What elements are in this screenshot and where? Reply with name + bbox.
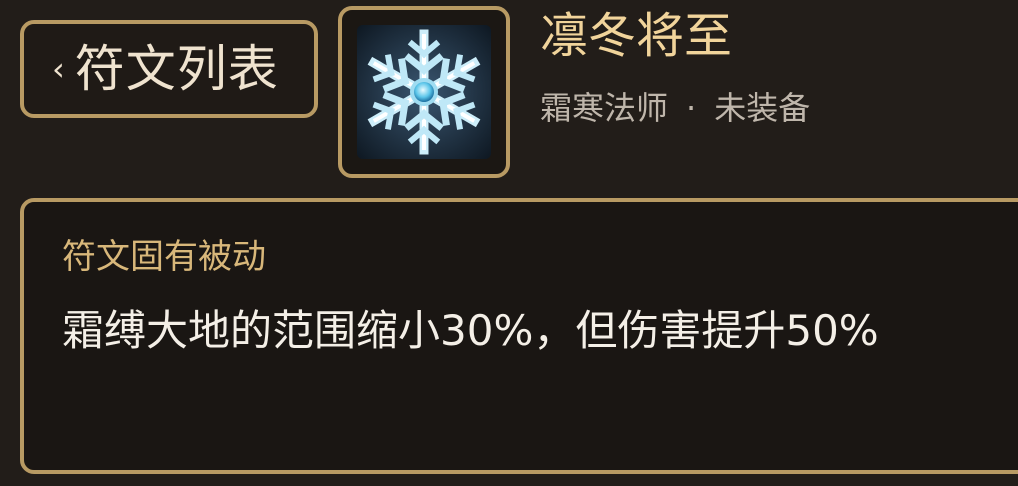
back-to-rune-list-button[interactable]: ‹ 符文列表 (20, 20, 318, 118)
rune-name: 凛冬将至 (540, 8, 733, 64)
snowflake-icon (357, 25, 491, 159)
chevron-left-icon: ‹ (52, 50, 65, 88)
meta-separator: · (686, 89, 697, 127)
passive-description: 霜缚大地的范围缩小30%，但伤害提升50% (62, 306, 879, 355)
rune-icon-frame (338, 6, 510, 178)
passive-title: 符文固有被动 (62, 237, 266, 277)
equip-status: 未装备 (714, 89, 811, 127)
back-button-label: 符文列表 (74, 40, 279, 98)
passive-panel: 符文固有被动 霜缚大地的范围缩小30%，但伤害提升50% (20, 198, 1018, 474)
rune-meta: 霜寒法师 · 未装备 (540, 92, 810, 124)
rune-class: 霜寒法师 (540, 89, 669, 127)
